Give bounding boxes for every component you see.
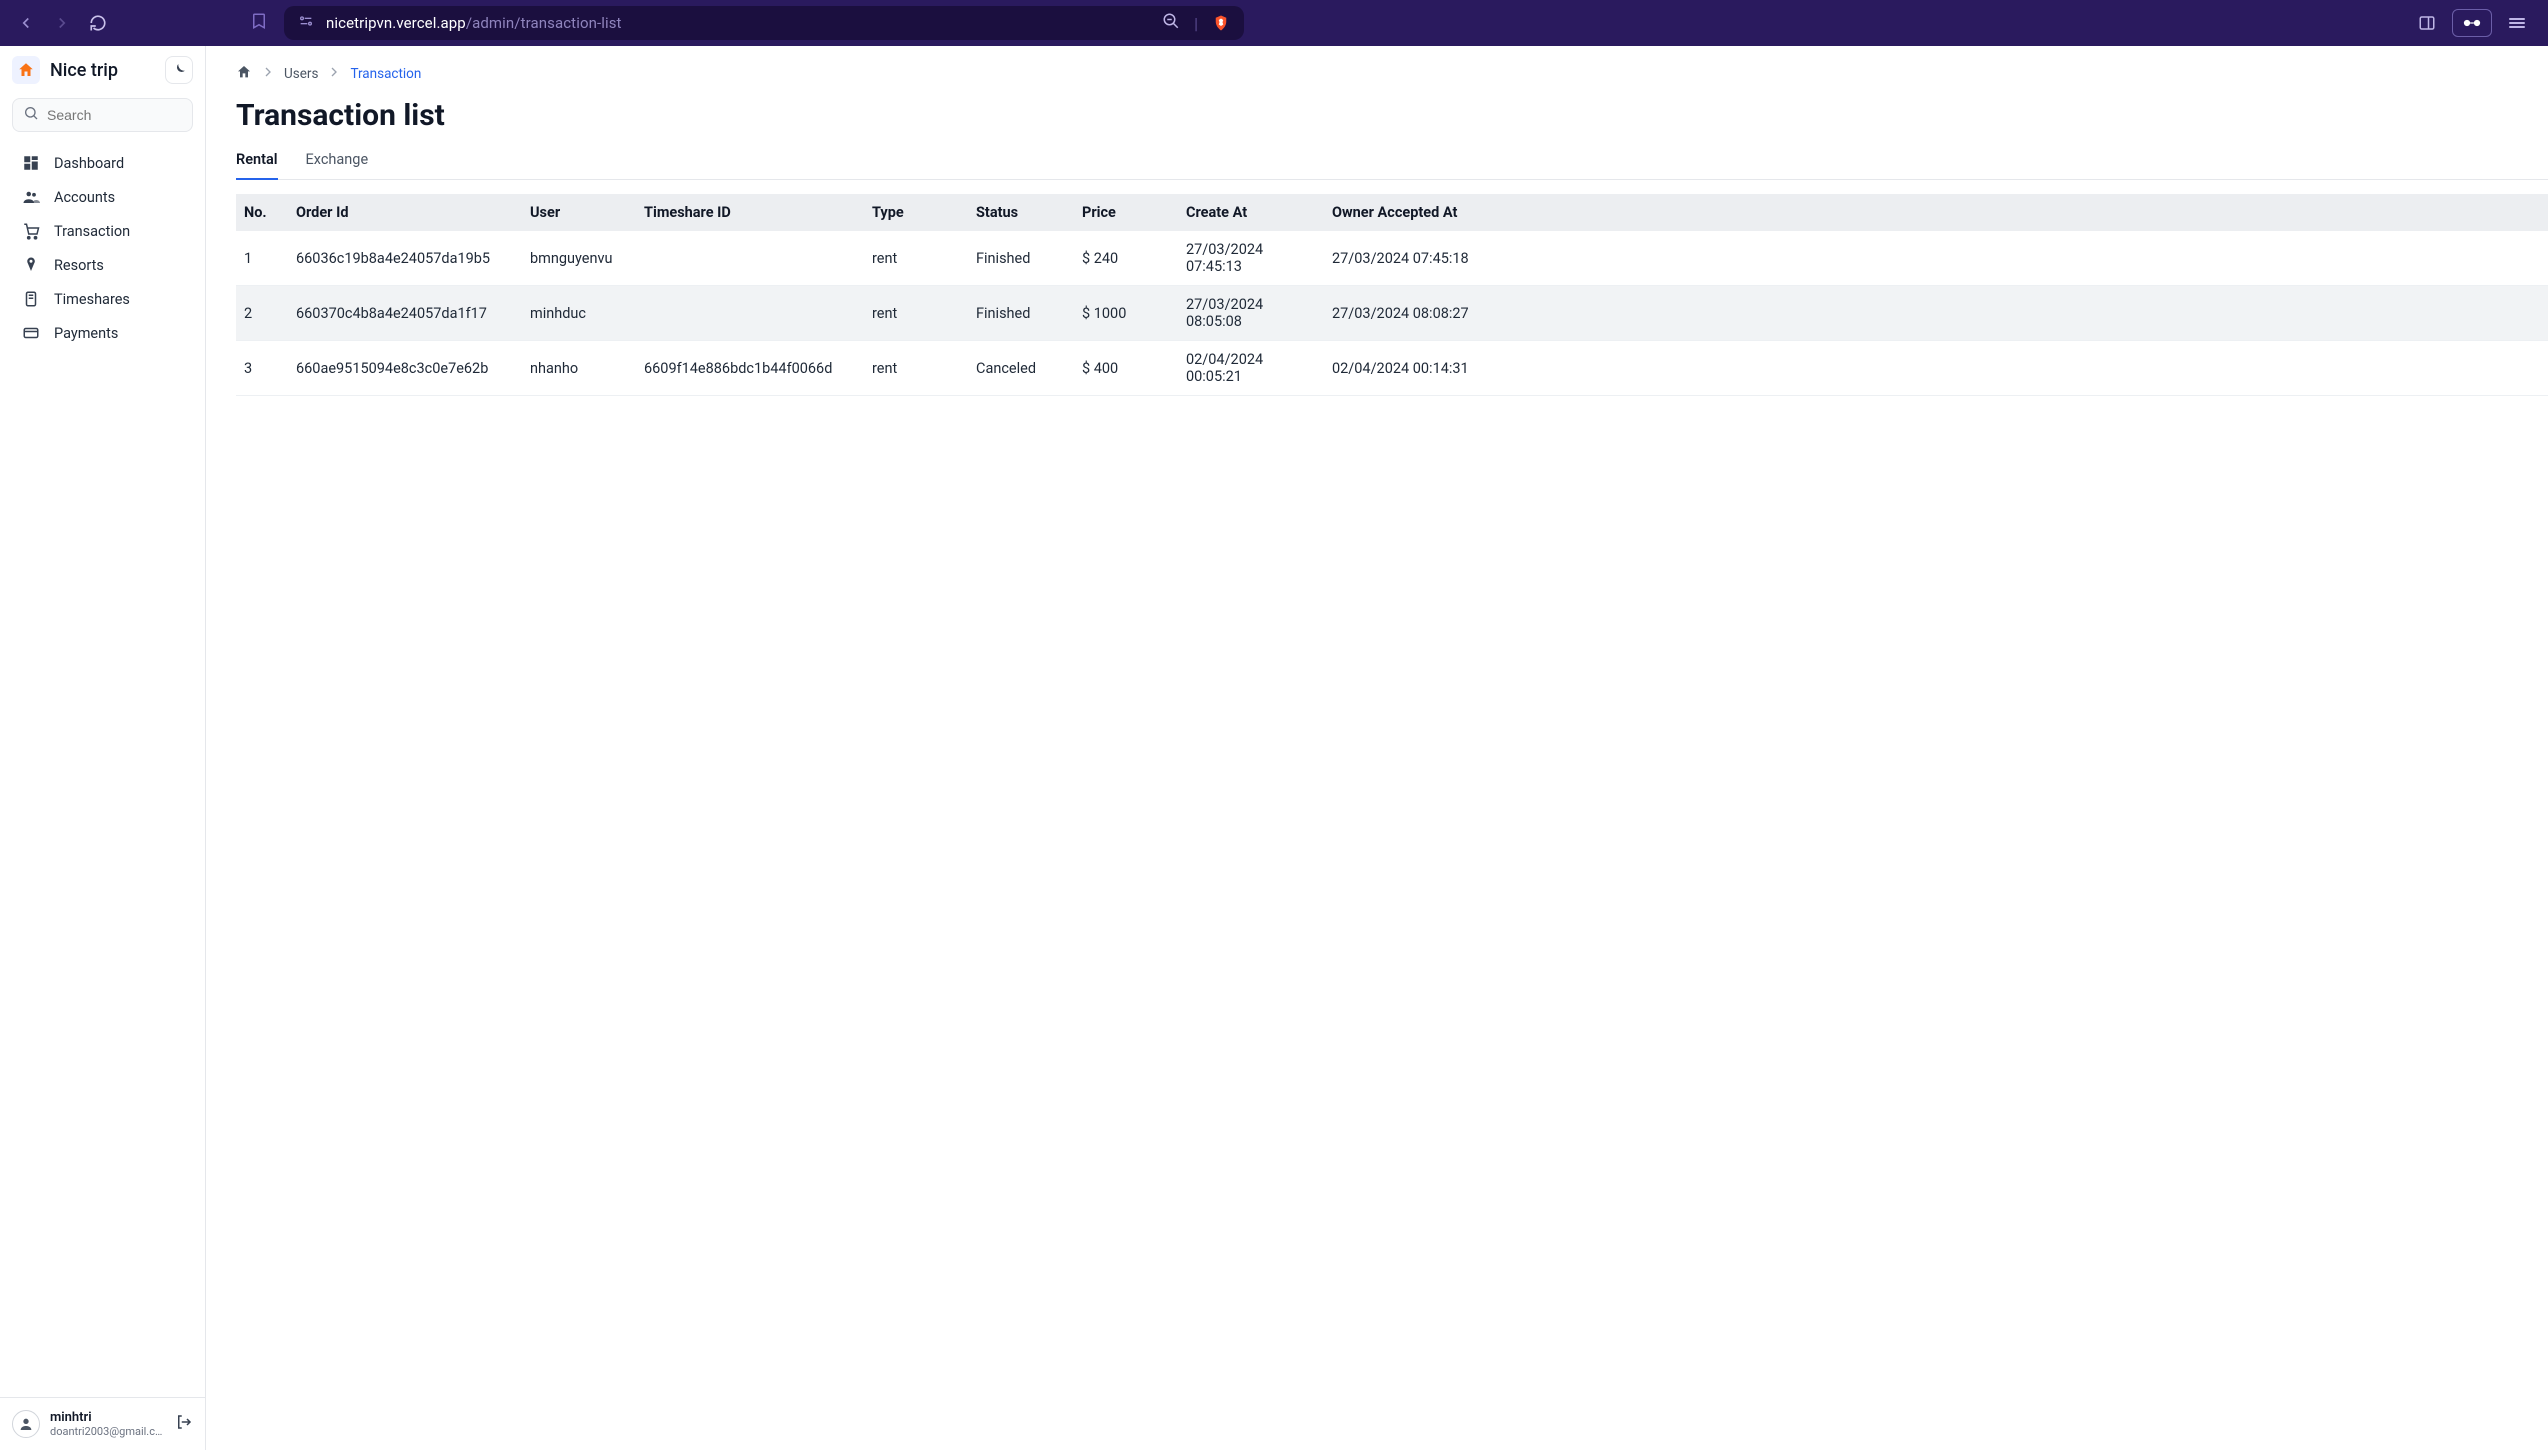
sidebar-item-label: Timeshares	[54, 291, 130, 308]
transaction-icon	[22, 222, 40, 240]
col-price: Price	[1074, 194, 1178, 231]
sidebar-item-accounts[interactable]: Accounts	[0, 180, 205, 214]
sidebar-toggle-icon[interactable]	[2412, 8, 2442, 38]
tabs: Rental Exchange	[236, 151, 2548, 180]
cell-timeshare_id: 6609f14e886bdc1b44f0066d	[636, 341, 864, 396]
browser-chrome: nicetripvn.vercel.app/admin/transaction-…	[0, 0, 2548, 46]
tab-rental[interactable]: Rental	[236, 151, 278, 180]
sidebar-item-dashboard[interactable]: Dashboard	[0, 146, 205, 180]
browser-reload-button[interactable]	[88, 13, 108, 33]
table-row[interactable]: 3660ae9515094e8c3c0e7e62bnhanho6609f14e8…	[236, 341, 2548, 396]
cell-no: 1	[236, 231, 288, 286]
user-name: minhtri	[50, 1410, 165, 1425]
col-order-id: Order Id	[288, 194, 522, 231]
cell-status: Finished	[968, 286, 1074, 341]
brand-name: Nice trip	[50, 60, 155, 81]
cell-owner_accepted_at: 02/04/2024 00:14:31	[1324, 341, 2548, 396]
sidebar-item-label: Transaction	[54, 223, 130, 240]
col-no: No.	[236, 194, 288, 231]
cell-user: nhanho	[522, 341, 636, 396]
cell-type: rent	[864, 286, 968, 341]
sidebar-item-transaction[interactable]: Transaction	[0, 214, 205, 248]
sidebar-item-label: Accounts	[54, 189, 115, 206]
cell-user: minhduc	[522, 286, 636, 341]
reader-mode-button[interactable]	[2452, 9, 2492, 37]
cell-create_at: 02/04/2024 00:05:21	[1178, 341, 1324, 396]
sidebar-user-block: minhtri doantri2003@gmail.con	[0, 1397, 205, 1450]
sidebar: Nice trip Dashboard Accounts	[0, 46, 206, 1450]
col-owner-accepted-at: Owner Accepted At	[1324, 194, 2548, 231]
tab-exchange[interactable]: Exchange	[306, 151, 369, 180]
col-create-at: Create At	[1178, 194, 1324, 231]
breadcrumb: Users Transaction	[236, 64, 2548, 84]
cell-create_at: 27/03/2024 08:05:08	[1178, 286, 1324, 341]
browser-forward-button[interactable]	[52, 13, 72, 33]
timeshares-icon	[22, 290, 40, 308]
zoom-out-icon[interactable]	[1162, 12, 1180, 34]
cell-create_at: 27/03/2024 07:45:13	[1178, 231, 1324, 286]
cell-type: rent	[864, 231, 968, 286]
cell-status: Canceled	[968, 341, 1074, 396]
payments-icon	[22, 324, 40, 342]
sidebar-item-label: Dashboard	[54, 155, 124, 172]
chevron-right-icon	[260, 64, 276, 84]
col-user: User	[522, 194, 636, 231]
cell-type: rent	[864, 341, 968, 396]
user-email: doantri2003@gmail.con	[50, 1425, 165, 1438]
breadcrumb-transaction[interactable]: Transaction	[350, 66, 421, 82]
cell-user: bmnguyenvu	[522, 231, 636, 286]
cell-price: $ 1000	[1074, 286, 1178, 341]
cell-no: 3	[236, 341, 288, 396]
dashboard-icon	[22, 154, 40, 172]
cell-status: Finished	[968, 231, 1074, 286]
cell-price: $ 240	[1074, 231, 1178, 286]
cell-timeshare_id	[636, 286, 864, 341]
user-avatar[interactable]	[12, 1410, 40, 1438]
accounts-icon	[22, 188, 40, 206]
logout-button[interactable]	[175, 1413, 193, 1435]
transactions-table: No. Order Id User Timeshare ID Type Stat…	[236, 194, 2548, 396]
cell-no: 2	[236, 286, 288, 341]
sidebar-search[interactable]	[12, 98, 193, 132]
col-type: Type	[864, 194, 968, 231]
sidebar-item-label: Resorts	[54, 257, 104, 274]
address-bar[interactable]: nicetripvn.vercel.app/admin/transaction-…	[284, 6, 1244, 40]
table-row[interactable]: 2660370c4b8a4e24057da1f17minhduc rentFini…	[236, 286, 2548, 341]
breadcrumb-users[interactable]: Users	[284, 66, 318, 82]
address-url: nicetripvn.vercel.app/admin/transaction-…	[326, 14, 622, 32]
cell-order_id: 66036c19b8a4e24057da19b5	[288, 231, 522, 286]
col-status: Status	[968, 194, 1074, 231]
page-title: Transaction list	[236, 98, 2548, 133]
sidebar-item-label: Payments	[54, 325, 118, 342]
table-header-row: No. Order Id User Timeshare ID Type Stat…	[236, 194, 2548, 231]
sidebar-item-resorts[interactable]: Resorts	[0, 248, 205, 282]
brave-shield-icon[interactable]	[1212, 14, 1230, 32]
browser-back-button[interactable]	[16, 13, 36, 33]
cell-owner_accepted_at: 27/03/2024 08:08:27	[1324, 286, 2548, 341]
bookmark-icon[interactable]	[250, 12, 268, 34]
resorts-icon	[22, 256, 40, 274]
search-icon	[23, 105, 39, 125]
cell-timeshare_id	[636, 231, 864, 286]
cell-price: $ 400	[1074, 341, 1178, 396]
cell-order_id: 660370c4b8a4e24057da1f17	[288, 286, 522, 341]
chevron-right-icon	[326, 64, 342, 84]
cell-owner_accepted_at: 27/03/2024 07:45:18	[1324, 231, 2548, 286]
table-row[interactable]: 166036c19b8a4e24057da19b5bmnguyenvu rentF…	[236, 231, 2548, 286]
brand-logo[interactable]	[12, 56, 40, 84]
search-input[interactable]	[47, 107, 182, 123]
site-settings-icon[interactable]	[298, 13, 314, 33]
sidebar-item-timeshares[interactable]: Timeshares	[0, 282, 205, 316]
breadcrumb-home-icon[interactable]	[236, 64, 252, 84]
main-content: Users Transaction Transaction list Renta…	[206, 46, 2548, 1450]
col-timeshare-id: Timeshare ID	[636, 194, 864, 231]
cell-order_id: 660ae9515094e8c3c0e7e62b	[288, 341, 522, 396]
browser-menu-button[interactable]	[2502, 8, 2532, 38]
sidebar-item-payments[interactable]: Payments	[0, 316, 205, 350]
theme-toggle-button[interactable]	[165, 56, 193, 84]
